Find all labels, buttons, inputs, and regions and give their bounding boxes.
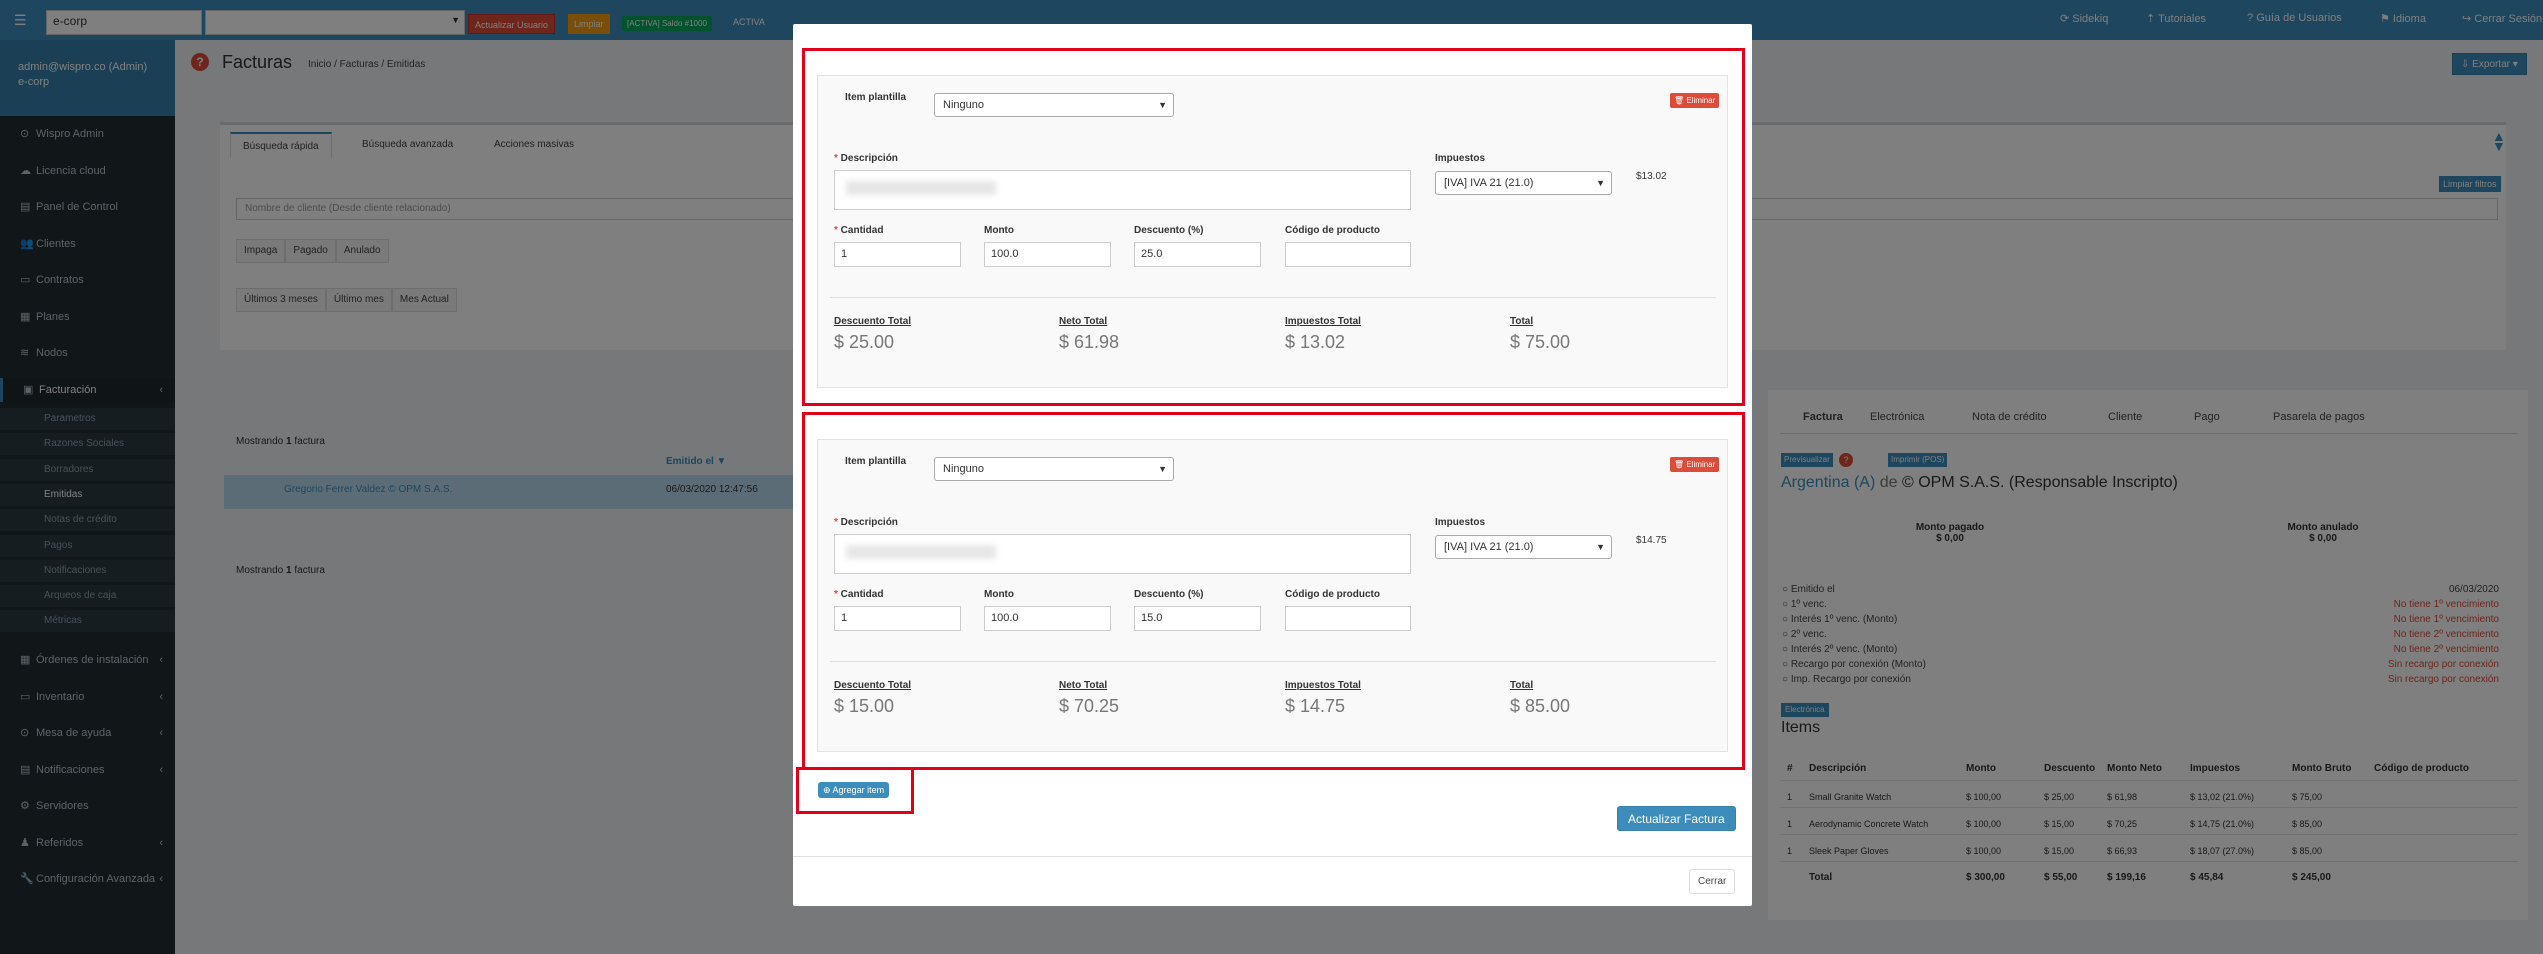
- tax-amount: $14.75: [1636, 535, 1667, 546]
- quantity-label: * Cantidad: [834, 589, 884, 600]
- discount-input[interactable]: 15.0: [1134, 606, 1261, 631]
- template-label: Item plantilla: [845, 92, 907, 103]
- blurred-description: [846, 181, 996, 195]
- total-value: $ 75.00: [1510, 332, 1571, 352]
- item-divider: [830, 297, 1716, 298]
- total-label: Total: [1510, 680, 1534, 691]
- product-code-input[interactable]: [1285, 242, 1411, 267]
- item-template-select[interactable]: Ninguno ▼: [934, 93, 1174, 117]
- amount-input[interactable]: 100.0: [984, 242, 1111, 267]
- amount-input[interactable]: 100.0: [984, 606, 1111, 631]
- net-total-value: $ 70.25: [1059, 696, 1120, 716]
- total-discount-value: $ 15.00: [834, 696, 895, 716]
- amount-label: Monto: [984, 225, 1014, 236]
- template-label: Item plantilla: [845, 456, 907, 467]
- net-total-label: Neto Total: [1059, 680, 1108, 691]
- discount-input[interactable]: 25.0: [1134, 242, 1261, 267]
- close-button[interactable]: Cerrar: [1689, 869, 1736, 894]
- trash-icon: 🗑: [1674, 96, 1687, 105]
- taxes-label: Impuestos: [1435, 153, 1486, 164]
- delete-item-button[interactable]: 🗑 Eliminar: [1670, 93, 1720, 108]
- chevron-down-icon: ▼: [1596, 542, 1605, 552]
- tax-amount: $13.02: [1636, 171, 1667, 182]
- add-item-button[interactable]: ⊕ Agregar item: [818, 782, 890, 798]
- blurred-description: [846, 545, 996, 559]
- total-label: Total: [1510, 316, 1534, 327]
- amount-label: Monto: [984, 589, 1014, 600]
- description-label: * Descripción: [834, 153, 898, 164]
- chevron-down-icon: ▼: [1596, 178, 1605, 188]
- item-divider: [830, 661, 1716, 662]
- delete-item-button[interactable]: 🗑 Eliminar: [1670, 457, 1720, 472]
- item-template-select[interactable]: Ninguno ▼: [934, 457, 1174, 481]
- discount-label: Descuento (%): [1134, 589, 1204, 600]
- chevron-down-icon: ▼: [1158, 100, 1167, 110]
- quantity-input[interactable]: 1: [834, 606, 961, 631]
- discount-label: Descuento (%): [1134, 225, 1204, 236]
- quantity-label: * Cantidad: [834, 225, 884, 236]
- invoice-item-card: [817, 439, 1728, 752]
- modal-footer-divider: [793, 856, 1752, 857]
- taxes-total-label: Impuestos Total: [1285, 316, 1361, 327]
- total-discount-label: Descuento Total: [834, 680, 912, 691]
- net-total-label: Neto Total: [1059, 316, 1108, 327]
- taxes-total-value: $ 14.75: [1285, 696, 1346, 716]
- product-code-label: Código de producto: [1285, 589, 1380, 600]
- total-discount-value: $ 25.00: [834, 332, 895, 352]
- invoice-item-card: [817, 75, 1728, 388]
- taxes-total-value: $ 13.02: [1285, 332, 1346, 352]
- quantity-input[interactable]: 1: [834, 242, 961, 267]
- trash-icon: 🗑: [1674, 460, 1687, 469]
- taxes-total-label: Impuestos Total: [1285, 680, 1361, 691]
- tax-select[interactable]: [IVA] IVA 21 (21.0) ▼: [1435, 535, 1612, 559]
- update-invoice-button[interactable]: Actualizar Factura: [1617, 806, 1736, 831]
- description-label: * Descripción: [834, 517, 898, 528]
- product-code-label: Código de producto: [1285, 225, 1380, 236]
- plus-circle-icon: ⊕: [823, 785, 833, 795]
- net-total-value: $ 61.98: [1059, 332, 1120, 352]
- tax-select[interactable]: [IVA] IVA 21 (21.0) ▼: [1435, 171, 1612, 195]
- chevron-down-icon: ▼: [1158, 464, 1167, 474]
- total-discount-label: Descuento Total: [834, 316, 912, 327]
- product-code-input[interactable]: [1285, 606, 1411, 631]
- total-value: $ 85.00: [1510, 696, 1571, 716]
- taxes-label: Impuestos: [1435, 517, 1486, 528]
